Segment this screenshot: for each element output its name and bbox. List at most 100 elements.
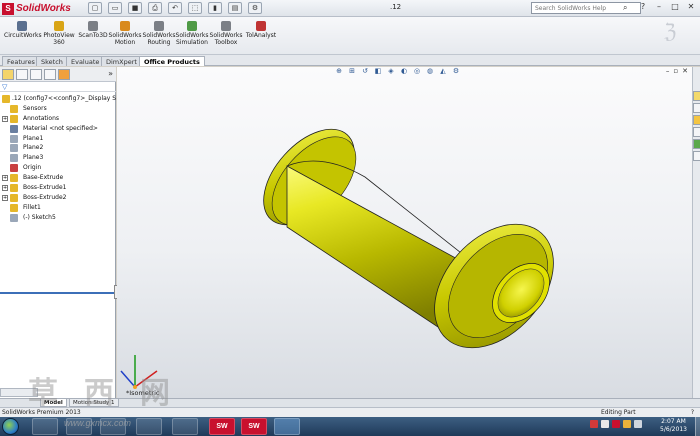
viewport-minimize-icon[interactable]: – — [666, 67, 670, 75]
select-icon[interactable]: ⬚ — [188, 2, 202, 14]
tree-item[interactable]: Sensors — [0, 104, 116, 114]
tab-office-products[interactable]: Office Products — [139, 56, 205, 66]
app-logo[interactable]: S SolidWorks — [2, 2, 71, 15]
undo-icon[interactable]: ↶ — [168, 2, 182, 14]
rebuild-icon[interactable]: ▮ — [208, 2, 222, 14]
view-orientation-icon[interactable]: ◈ — [386, 67, 396, 76]
tree-item[interactable]: Fillet1 — [0, 203, 116, 213]
appearances-icon[interactable] — [693, 151, 700, 161]
command-scanto3d[interactable]: ScanTo3D — [77, 21, 109, 39]
tree-item[interactable]: Origin — [0, 163, 116, 173]
rollback-bar[interactable] — [0, 292, 116, 294]
command-photoview[interactable]: PhotoView 360 — [42, 21, 76, 46]
filter-icon[interactable]: ▽ — [2, 83, 7, 91]
explorer-folder-icon[interactable] — [66, 418, 92, 435]
tray-language-icon[interactable] — [623, 420, 631, 428]
expand-toggle-icon[interactable]: + — [2, 175, 8, 182]
tab-features[interactable]: Features — [2, 56, 40, 66]
tray-flag-icon[interactable] — [590, 420, 598, 428]
tree-item[interactable]: + Annotations — [0, 114, 116, 124]
tree-item[interactable]: + Base-Extrude — [0, 173, 116, 183]
command-label: ScanTo3D — [78, 32, 108, 39]
media-player-icon[interactable] — [100, 418, 126, 435]
tree-item[interactable]: Plane2 — [0, 143, 116, 153]
tray-network-icon[interactable] — [601, 420, 609, 428]
command-circuitworks[interactable]: CircuitWorks — [4, 21, 42, 39]
remote-desktop-icon[interactable] — [274, 418, 300, 435]
zoom-fit-icon[interactable]: ⊕ — [334, 67, 344, 76]
new-document-icon[interactable]: ▢ — [88, 2, 102, 14]
tab-evaluate[interactable]: Evaluate — [66, 56, 105, 66]
tree-item[interactable]: + Boss-Extrude1 — [0, 183, 116, 193]
solidworks-resources-icon[interactable] — [693, 91, 700, 101]
file-properties-icon[interactable]: ▤ — [228, 2, 242, 14]
file-explorer-icon[interactable] — [693, 115, 700, 125]
tree-root[interactable]: .12 (config7<<config7>_Display St — [0, 94, 116, 104]
command-routing[interactable]: SolidWorks Routing — [142, 21, 176, 46]
view-settings-icon[interactable]: ⚙ — [451, 67, 461, 76]
tray-solidworks-icon[interactable] — [612, 420, 620, 428]
maximize-icon[interactable]: □ — [670, 2, 680, 12]
start-button-icon[interactable] — [2, 418, 19, 435]
command-simulation[interactable]: SolidWorks Simulation — [175, 21, 209, 46]
section-view-icon[interactable]: ◧ — [373, 67, 383, 76]
command-toolbox[interactable]: SolidWorks Toolbox — [209, 21, 243, 46]
solidworks-taskbar-icon-2[interactable]: SW — [241, 418, 267, 435]
command-motion[interactable]: SolidWorks Motion — [108, 21, 142, 46]
view-palette-icon[interactable] — [693, 139, 700, 149]
display-manager-tab-icon[interactable] — [58, 69, 70, 80]
apply-scene-icon[interactable]: ◭ — [438, 67, 448, 76]
dimxpert-manager-tab-icon[interactable] — [44, 69, 56, 80]
search-icon[interactable]: ⌕ — [623, 3, 627, 13]
product-name: SolidWorks Premium 2013 — [2, 409, 81, 416]
configuration-manager-tab-icon[interactable] — [30, 69, 42, 80]
design-library-icon[interactable] — [693, 103, 700, 113]
origin-icon — [10, 164, 18, 173]
viewport-close-icon[interactable]: ✕ — [682, 67, 688, 75]
system-clock[interactable]: 2:07 AM 5/6/2013 — [660, 418, 687, 434]
help-search-box[interactable]: ⌕ — [531, 2, 641, 14]
save-icon[interactable]: ■ — [128, 2, 142, 14]
tree-item[interactable]: (-) Sketch5 — [0, 213, 116, 223]
horizontal-scrollbar[interactable] — [0, 388, 38, 397]
tray-volume-icon[interactable] — [634, 420, 642, 428]
zoom-area-icon[interactable]: ⊞ — [347, 67, 357, 76]
status-help-icon[interactable]: ? — [691, 409, 694, 416]
help-search-input[interactable] — [535, 4, 623, 12]
viewport-restore-icon[interactable]: ▫ — [673, 67, 678, 75]
edit-appearance-icon[interactable]: ◍ — [425, 67, 435, 76]
previous-view-icon[interactable]: ↺ — [360, 67, 370, 76]
open-folder-icon[interactable]: ▭ — [108, 2, 122, 14]
solidworks-taskbar-icon[interactable]: SW — [209, 418, 235, 435]
expand-panel-icon[interactable]: » — [108, 69, 113, 78]
tree-item[interactable]: Plane3 — [0, 153, 116, 163]
close-icon[interactable]: ✕ — [686, 2, 696, 12]
tree-item[interactable]: + Boss-Extrude2 — [0, 193, 116, 203]
tab-motion-study[interactable]: Motion Study 1 — [69, 399, 119, 407]
browser-icon[interactable] — [136, 418, 162, 435]
help-icon[interactable]: ? — [638, 2, 648, 12]
print-icon[interactable]: ⎙ — [148, 2, 162, 14]
tree-filter-row[interactable]: ▽ — [0, 83, 116, 92]
internet-explorer-icon[interactable] — [32, 418, 58, 435]
expand-toggle-icon[interactable]: + — [2, 194, 8, 201]
hide-show-icon[interactable]: ◎ — [412, 67, 422, 76]
tree-item[interactable]: Material <not specified> — [0, 124, 116, 134]
property-manager-tab-icon[interactable] — [16, 69, 28, 80]
expand-toggle-icon[interactable]: + — [2, 115, 8, 122]
minimize-icon[interactable]: – — [654, 2, 664, 12]
taskbar-app-icon[interactable] — [172, 418, 198, 435]
feature-manager-tab-icon[interactable] — [2, 69, 14, 80]
tab-dimxpert[interactable]: DimXpert — [101, 56, 142, 66]
part-model-3d[interactable] — [117, 67, 692, 398]
tab-model[interactable]: Model — [40, 399, 67, 407]
command-tolanalyst[interactable]: TolAnalyst — [243, 21, 279, 39]
display-style-icon[interactable]: ◐ — [399, 67, 409, 76]
tab-sketch[interactable]: Sketch — [36, 56, 68, 66]
show-desktop-button[interactable] — [695, 417, 700, 436]
search-pane-icon[interactable] — [693, 127, 700, 137]
options-icon[interactable]: ⚙ — [248, 2, 262, 14]
graphics-area[interactable]: ⊕ ⊞ ↺ ◧ ◈ ◐ ◎ ◍ ◭ ⚙ – ▫ ✕ *Isometric — [117, 67, 692, 398]
expand-toggle-icon[interactable]: + — [2, 185, 8, 192]
tree-item[interactable]: Plane1 — [0, 134, 116, 144]
